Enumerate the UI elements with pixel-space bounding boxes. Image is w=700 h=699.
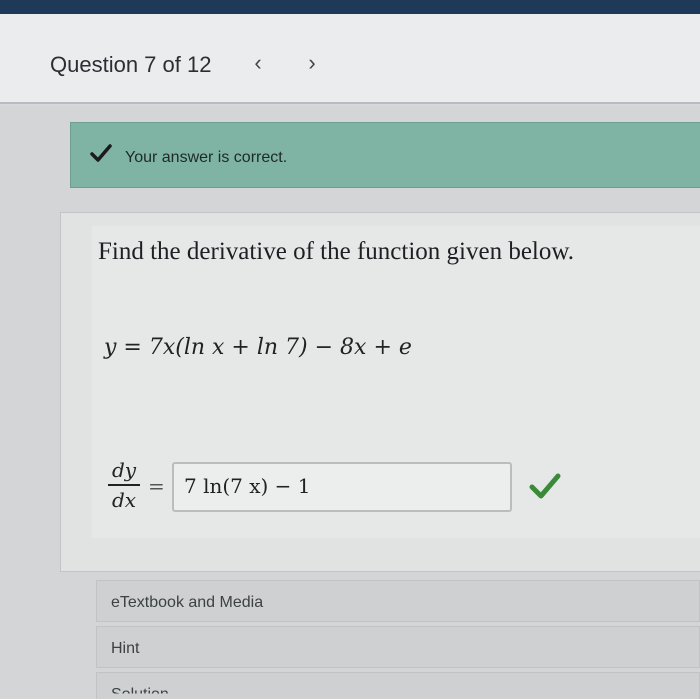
hint-label: Hint bbox=[111, 640, 140, 657]
fraction-bar bbox=[108, 484, 140, 486]
solution-label: Solution bbox=[111, 686, 169, 699]
question-header: Question 7 of 12 ‹ › bbox=[0, 14, 700, 104]
derivative-notation: dy dx bbox=[104, 458, 144, 512]
fraction-denominator: dx bbox=[111, 488, 137, 512]
answer-input[interactable]: 7 ln(7 x) − 1 bbox=[172, 462, 512, 512]
function-expression: y = 7x(ln x + ln 7) − 8x + e bbox=[104, 335, 412, 360]
etextbook-label: eTextbook and Media bbox=[111, 594, 264, 611]
correct-answer-banner: Your answer is correct. bbox=[70, 122, 700, 188]
solution-section[interactable]: Solution bbox=[96, 672, 700, 699]
question-prompt: Find the derivative of the function give… bbox=[98, 238, 575, 265]
fraction-numerator: dy bbox=[111, 458, 137, 482]
hint-section[interactable]: Hint bbox=[96, 626, 700, 668]
correct-check-icon bbox=[529, 473, 561, 499]
etextbook-media-section[interactable]: eTextbook and Media bbox=[96, 580, 700, 622]
question-counter: Question 7 of 12 bbox=[50, 52, 212, 77]
equals-sign: = bbox=[148, 474, 165, 498]
page: Question 7 of 12 ‹ › Your answer is corr… bbox=[0, 0, 700, 699]
next-question-button[interactable]: › bbox=[300, 50, 324, 76]
checkmark-icon bbox=[90, 144, 112, 162]
previous-question-button[interactable]: ‹ bbox=[246, 50, 270, 76]
banner-message: Your answer is correct. bbox=[125, 149, 288, 166]
